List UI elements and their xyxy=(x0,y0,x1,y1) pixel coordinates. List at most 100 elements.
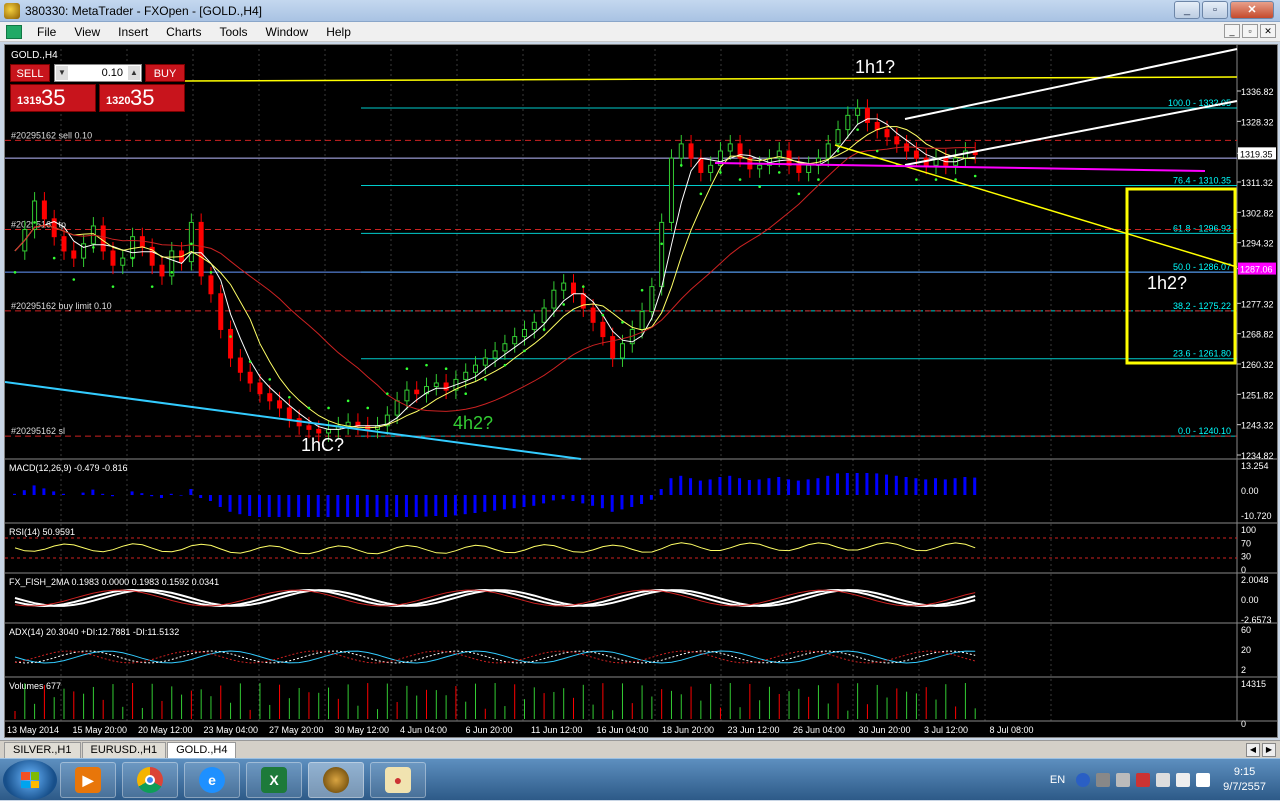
candle-body xyxy=(247,371,253,384)
time-axis-label: 6 Jun 20:00 xyxy=(466,725,513,735)
trendline-white-lower xyxy=(904,100,1238,166)
lot-size-field[interactable]: ▼ 0.10 ▲ xyxy=(54,64,142,82)
taskbar-paint[interactable]: ● xyxy=(370,762,426,798)
time-axis-label: 4 Jun 04:00 xyxy=(400,725,447,735)
menu-charts[interactable]: Charts xyxy=(157,25,210,39)
taskbar-metatrader[interactable] xyxy=(308,762,364,798)
sell-button[interactable]: SELL xyxy=(10,64,50,82)
ma-mid-line xyxy=(14,126,976,429)
tray-alert-icon[interactable] xyxy=(1136,773,1151,787)
time-axis-label: 3 Jul 12:00 xyxy=(924,725,968,735)
parabolic-sar-dot xyxy=(268,378,272,381)
mdi-restore-icon[interactable]: ▫ xyxy=(1242,24,1258,38)
windows-logo-icon xyxy=(21,772,39,788)
buy-button[interactable]: BUY xyxy=(145,64,185,82)
adx-line xyxy=(14,650,976,664)
tray-tool-icon[interactable] xyxy=(1096,773,1111,787)
candle-body xyxy=(708,164,714,173)
lot-value: 0.10 xyxy=(101,67,123,79)
buy-price-box[interactable]: 1320 35 xyxy=(99,84,185,112)
taskbar-excel[interactable]: X xyxy=(246,762,302,798)
order-label: #20295162 tp xyxy=(11,220,66,230)
candle-body xyxy=(41,200,47,220)
time-axis-label: 18 Jun 20:00 xyxy=(662,725,714,735)
taskbar: ▶ e X ● EN 9:15 9/7/2557 xyxy=(0,758,1280,800)
restore-button[interactable]: ▫ xyxy=(1202,1,1228,19)
clock[interactable]: 9:15 9/7/2557 xyxy=(1223,765,1266,795)
menu-tools[interactable]: Tools xyxy=(211,25,257,39)
parabolic-sar-dot xyxy=(875,149,879,153)
tab-scroll-right-icon[interactable]: ▶ xyxy=(1262,743,1276,757)
menu-help[interactable]: Help xyxy=(317,25,360,39)
chart-window[interactable]: GOLD.,H4 1336.82 1328.32 1319.35 1311.32 1302… xyxy=(4,44,1278,738)
candle-body xyxy=(433,382,439,388)
macd-bar xyxy=(365,495,369,517)
macd-bar xyxy=(659,489,663,495)
mdi-close-icon[interactable]: ✕ xyxy=(1260,24,1276,38)
candle-body xyxy=(355,421,361,427)
language-indicator[interactable]: EN xyxy=(1050,774,1065,786)
close-button[interactable]: ✕ xyxy=(1230,1,1274,19)
paint-icon: ● xyxy=(385,767,411,793)
menu-view[interactable]: View xyxy=(65,25,109,39)
candle-body xyxy=(139,236,145,248)
tab-gold[interactable]: GOLD.,H4 xyxy=(167,742,237,758)
macd-bar xyxy=(355,495,359,517)
action-center-icon[interactable] xyxy=(1156,773,1171,787)
macd-bar xyxy=(453,495,457,516)
wave-annotation: 1h2? xyxy=(1147,273,1187,293)
tab-silver[interactable]: SILVER.,H1 xyxy=(4,742,81,758)
chart-symbol-label: GOLD.,H4 xyxy=(11,50,58,61)
volume-icon[interactable] xyxy=(1196,773,1211,787)
menu-bar: File View Insert Charts Tools Window Hel… xyxy=(0,22,1280,42)
taskbar-media-player[interactable]: ▶ xyxy=(60,762,116,798)
macd-bar xyxy=(248,495,252,516)
help-icon[interactable] xyxy=(1076,773,1091,787)
parabolic-sar-dot xyxy=(13,271,17,274)
indicator-scale-label: -2.6573 xyxy=(1241,615,1272,625)
macd-bar xyxy=(914,478,918,495)
candle-body xyxy=(610,336,616,359)
taskbar-internet-explorer[interactable]: e xyxy=(184,762,240,798)
indicator-scale-label: 20 xyxy=(1241,645,1251,655)
network-icon[interactable] xyxy=(1176,773,1191,787)
macd-bar xyxy=(924,479,928,495)
time-axis-label: 26 Jun 04:00 xyxy=(793,725,845,735)
macd-bar xyxy=(718,477,722,495)
lot-increase-icon[interactable]: ▲ xyxy=(128,66,140,80)
price-chart[interactable]: GOLD.,H4 1336.82 1328.32 1319.35 1311.32 1302… xyxy=(5,45,1277,737)
sell-price-box[interactable]: 1319 35 xyxy=(10,84,96,112)
macd-bar xyxy=(150,495,154,497)
indicator-scale-label: 14315 xyxy=(1241,679,1266,689)
wave-annotation: 4h2? xyxy=(453,413,493,433)
tab-eurusd[interactable]: EURUSD.,H1 xyxy=(81,742,167,758)
one-click-trading-panel: SELL ▼ 0.10 ▲ BUY 1319 35 1320 35 xyxy=(8,64,188,156)
indicator-scale-label: 2 xyxy=(1241,665,1246,675)
lot-decrease-icon[interactable]: ▼ xyxy=(56,66,68,80)
excel-icon: X xyxy=(261,767,287,793)
show-hidden-icons[interactable] xyxy=(1116,773,1131,787)
tab-scroll-left-icon[interactable]: ◀ xyxy=(1246,743,1260,757)
candle-body xyxy=(825,143,831,159)
time-axis-label: 16 Jun 04:00 xyxy=(597,725,649,735)
menu-insert[interactable]: Insert xyxy=(109,25,157,39)
title-bar: 380330: MetaTrader - FXOpen - [GOLD.,H4]… xyxy=(0,0,1280,22)
macd-bar xyxy=(767,478,771,495)
chart-window-icon[interactable] xyxy=(6,24,22,39)
candle-body xyxy=(600,321,606,338)
taskbar-chrome[interactable] xyxy=(122,762,178,798)
parabolic-sar-dot xyxy=(915,178,918,181)
minimize-button[interactable]: _ xyxy=(1174,1,1200,19)
macd-bar xyxy=(943,479,947,495)
mdi-minimize-icon[interactable]: _ xyxy=(1224,24,1240,38)
fib-level-label: 0.0 - 1240.10 xyxy=(1178,426,1231,436)
parabolic-sar-dot xyxy=(934,178,938,181)
menu-file[interactable]: File xyxy=(28,25,65,39)
menu-window[interactable]: Window xyxy=(257,25,318,39)
start-button[interactable] xyxy=(3,760,57,800)
fib-level-label: 50.0 - 1286.07 xyxy=(1173,262,1231,272)
candle-body xyxy=(110,250,116,266)
macd-bar xyxy=(581,495,585,504)
candle-body xyxy=(482,357,488,366)
parabolic-sar-dot xyxy=(621,321,624,324)
